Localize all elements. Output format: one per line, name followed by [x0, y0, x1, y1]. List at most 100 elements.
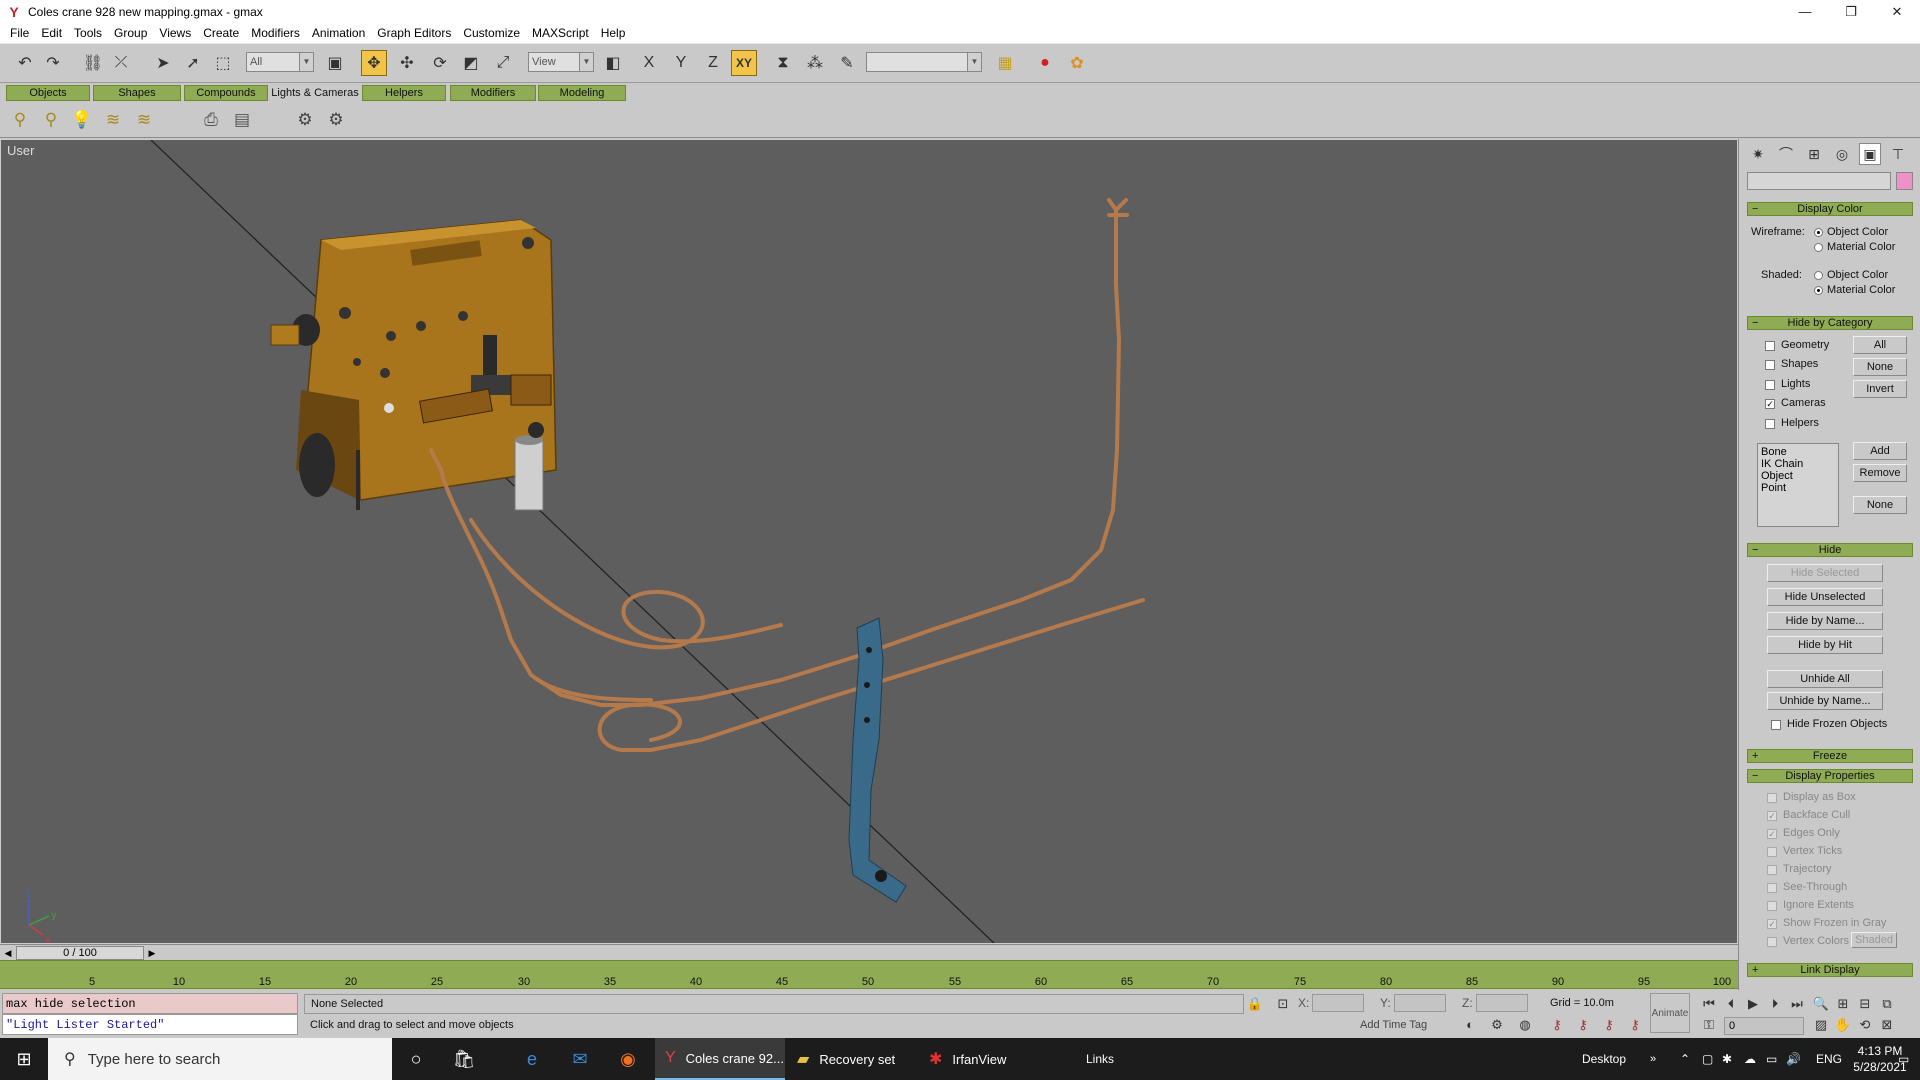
zoom-extents-icon[interactable]: ⊟: [1856, 995, 1874, 1013]
select-and-move-icon[interactable]: ✥: [361, 50, 387, 76]
zoom-extents-all-icon[interactable]: ⧉: [1878, 995, 1896, 1013]
key-filter-icon[interactable]: ⚷: [1548, 1016, 1566, 1034]
wireframe-material-color-radio[interactable]: [1814, 243, 1823, 252]
settings-gear-icon[interactable]: ⚙: [1488, 1016, 1506, 1034]
links-toolbar[interactable]: Links: [1086, 1038, 1114, 1080]
display-as-box-checkbox[interactable]: [1767, 793, 1777, 803]
shaded-material-color-radio[interactable]: [1814, 286, 1823, 295]
next-frame-icon[interactable]: ▶: [146, 946, 158, 960]
mail-icon[interactable]: ✉: [556, 1038, 604, 1080]
tab-objects[interactable]: Objects: [6, 85, 90, 101]
pan-icon[interactable]: ✋: [1834, 1016, 1852, 1034]
viewport-config-icon[interactable]: ◐: [1461, 1016, 1479, 1034]
tab-compounds[interactable]: Compounds: [184, 85, 268, 101]
cameras-checkbox[interactable]: ✓: [1765, 399, 1775, 409]
maxscript-listener-output[interactable]: "Light Lister Started": [2, 1014, 298, 1035]
trajectory-checkbox[interactable]: [1767, 865, 1777, 875]
mirror-icon[interactable]: ⧗: [770, 50, 796, 76]
select-and-move-alt-icon[interactable]: ✣: [394, 50, 420, 76]
unlink-icon[interactable]: ⤫: [108, 50, 134, 76]
free-direct-icon[interactable]: ≋: [130, 106, 158, 134]
select-and-link-icon[interactable]: ⛓: [80, 50, 106, 76]
zoom-icon[interactable]: 🔍: [1812, 995, 1830, 1013]
arc-rotate-icon[interactable]: ⟲: [1856, 1016, 1874, 1034]
set-key-icon[interactable]: ⚷: [1600, 1016, 1618, 1034]
x-coordinate-field[interactable]: [1312, 994, 1364, 1012]
vertex-colors-checkbox[interactable]: [1767, 937, 1777, 947]
show-frozen-gray-checkbox[interactable]: ✓: [1767, 919, 1777, 929]
wireframe-object-color-radio[interactable]: [1814, 228, 1823, 237]
align-icon[interactable]: ⁂: [802, 50, 828, 76]
hide-by-hit-button[interactable]: Hide by Hit: [1767, 636, 1883, 654]
notifications-icon[interactable]: ▭: [1898, 1038, 1909, 1080]
tab-shapes[interactable]: Shapes: [93, 85, 181, 101]
network-icon[interactable]: ▭: [1766, 1038, 1777, 1080]
selection-filter-dropdown[interactable]: All ▼: [246, 52, 314, 72]
select-by-name-icon[interactable]: ➚: [180, 50, 206, 76]
menu-group[interactable]: Group: [108, 23, 153, 43]
menu-file[interactable]: File: [4, 23, 35, 43]
edges-only-checkbox[interactable]: ✓: [1767, 829, 1777, 839]
windows-start-icon[interactable]: ⊞: [0, 1038, 48, 1080]
select-and-rotate-icon[interactable]: ⟳: [427, 50, 453, 76]
auto-key-icon[interactable]: ⚷: [1626, 1016, 1644, 1034]
field-of-view-icon[interactable]: ▨: [1812, 1016, 1830, 1034]
shapes-checkbox[interactable]: [1765, 360, 1775, 370]
material-editor-icon[interactable]: ●: [1032, 50, 1058, 76]
hide-none-button[interactable]: None: [1853, 358, 1907, 376]
lock-selection-icon[interactable]: 🔒: [1246, 995, 1264, 1013]
menu-maxscript[interactable]: MAXScript: [526, 23, 595, 43]
previous-frame-icon[interactable]: ⏴: [1722, 995, 1740, 1013]
play-icon[interactable]: ▶: [1744, 995, 1762, 1013]
taskbar-app-recovery-set[interactable]: ▰ Recovery set: [787, 1038, 917, 1080]
rollout-hide-by-category[interactable]: − Hide by Category: [1747, 316, 1913, 330]
hide-frozen-checkbox[interactable]: [1771, 720, 1781, 730]
menu-customize[interactable]: Customize: [457, 23, 526, 43]
go-to-start-icon[interactable]: ⏮: [1700, 995, 1718, 1013]
minimize-button[interactable]: —: [1782, 0, 1828, 23]
vertex-ticks-checkbox[interactable]: [1767, 847, 1777, 857]
animate-button[interactable]: Animate: [1650, 993, 1690, 1033]
language-indicator[interactable]: ENG: [1816, 1038, 1842, 1080]
select-object-icon[interactable]: ➤: [150, 50, 176, 76]
key-mode-toggle-icon[interactable]: ⚿: [1700, 1016, 1718, 1034]
edge-icon[interactable]: e: [508, 1038, 556, 1080]
menu-create[interactable]: Create: [197, 23, 245, 43]
category-none-button[interactable]: None: [1853, 496, 1907, 514]
list-item[interactable]: Bone: [1761, 446, 1835, 458]
rectangular-selection-icon[interactable]: ⬚: [210, 50, 236, 76]
menu-graph-editors[interactable]: Graph Editors: [371, 23, 457, 43]
menu-edit[interactable]: Edit: [35, 23, 68, 43]
cortana-icon[interactable]: ○: [392, 1038, 440, 1080]
pivot-center-icon[interactable]: ◧: [600, 50, 626, 76]
create-panel-icon[interactable]: ✷: [1747, 143, 1769, 165]
category-add-button[interactable]: Add: [1853, 442, 1907, 460]
time-slider-thumb[interactable]: 0 / 100: [16, 946, 144, 960]
lights-checkbox[interactable]: [1765, 380, 1775, 390]
undo-icon[interactable]: ↶: [12, 50, 38, 76]
free-camera-icon[interactable]: ▤: [228, 106, 256, 134]
track-view-icon[interactable]: ▦: [992, 50, 1018, 76]
taskbar-app-gmax[interactable]: Y Coles crane 92...: [655, 1038, 785, 1080]
hide-selected-button[interactable]: Hide Selected: [1767, 564, 1883, 582]
redo-icon[interactable]: ↷: [40, 50, 66, 76]
restrict-xy-button[interactable]: XY: [731, 50, 757, 76]
tab-modeling[interactable]: Modeling: [538, 85, 626, 101]
unhide-all-button[interactable]: Unhide All: [1767, 670, 1883, 688]
unhide-by-name-button[interactable]: Unhide by Name...: [1767, 692, 1883, 710]
restrict-z-button[interactable]: Z: [700, 50, 726, 76]
zoom-all-icon[interactable]: ⊞: [1834, 995, 1852, 1013]
select-and-manipulate-icon[interactable]: ⤢: [490, 50, 516, 76]
tab-helpers[interactable]: Helpers: [362, 85, 446, 101]
rollout-link-display[interactable]: + Link Display: [1747, 963, 1913, 977]
render-icon[interactable]: ✿: [1064, 50, 1090, 76]
reference-coordinate-dropdown[interactable]: View ▼: [528, 52, 594, 72]
list-item[interactable]: IK Chain Object: [1761, 458, 1835, 482]
volume-icon[interactable]: 🔊: [1786, 1038, 1801, 1080]
add-time-tag-button[interactable]: Add Time Tag: [1354, 1016, 1444, 1036]
menu-tools[interactable]: Tools: [68, 23, 108, 43]
target-direct-icon[interactable]: ≋: [99, 106, 127, 134]
display-panel-icon[interactable]: ▣: [1859, 143, 1881, 165]
category-list[interactable]: Bone IK Chain Object Point: [1757, 443, 1839, 527]
list-item[interactable]: Point: [1761, 482, 1835, 494]
